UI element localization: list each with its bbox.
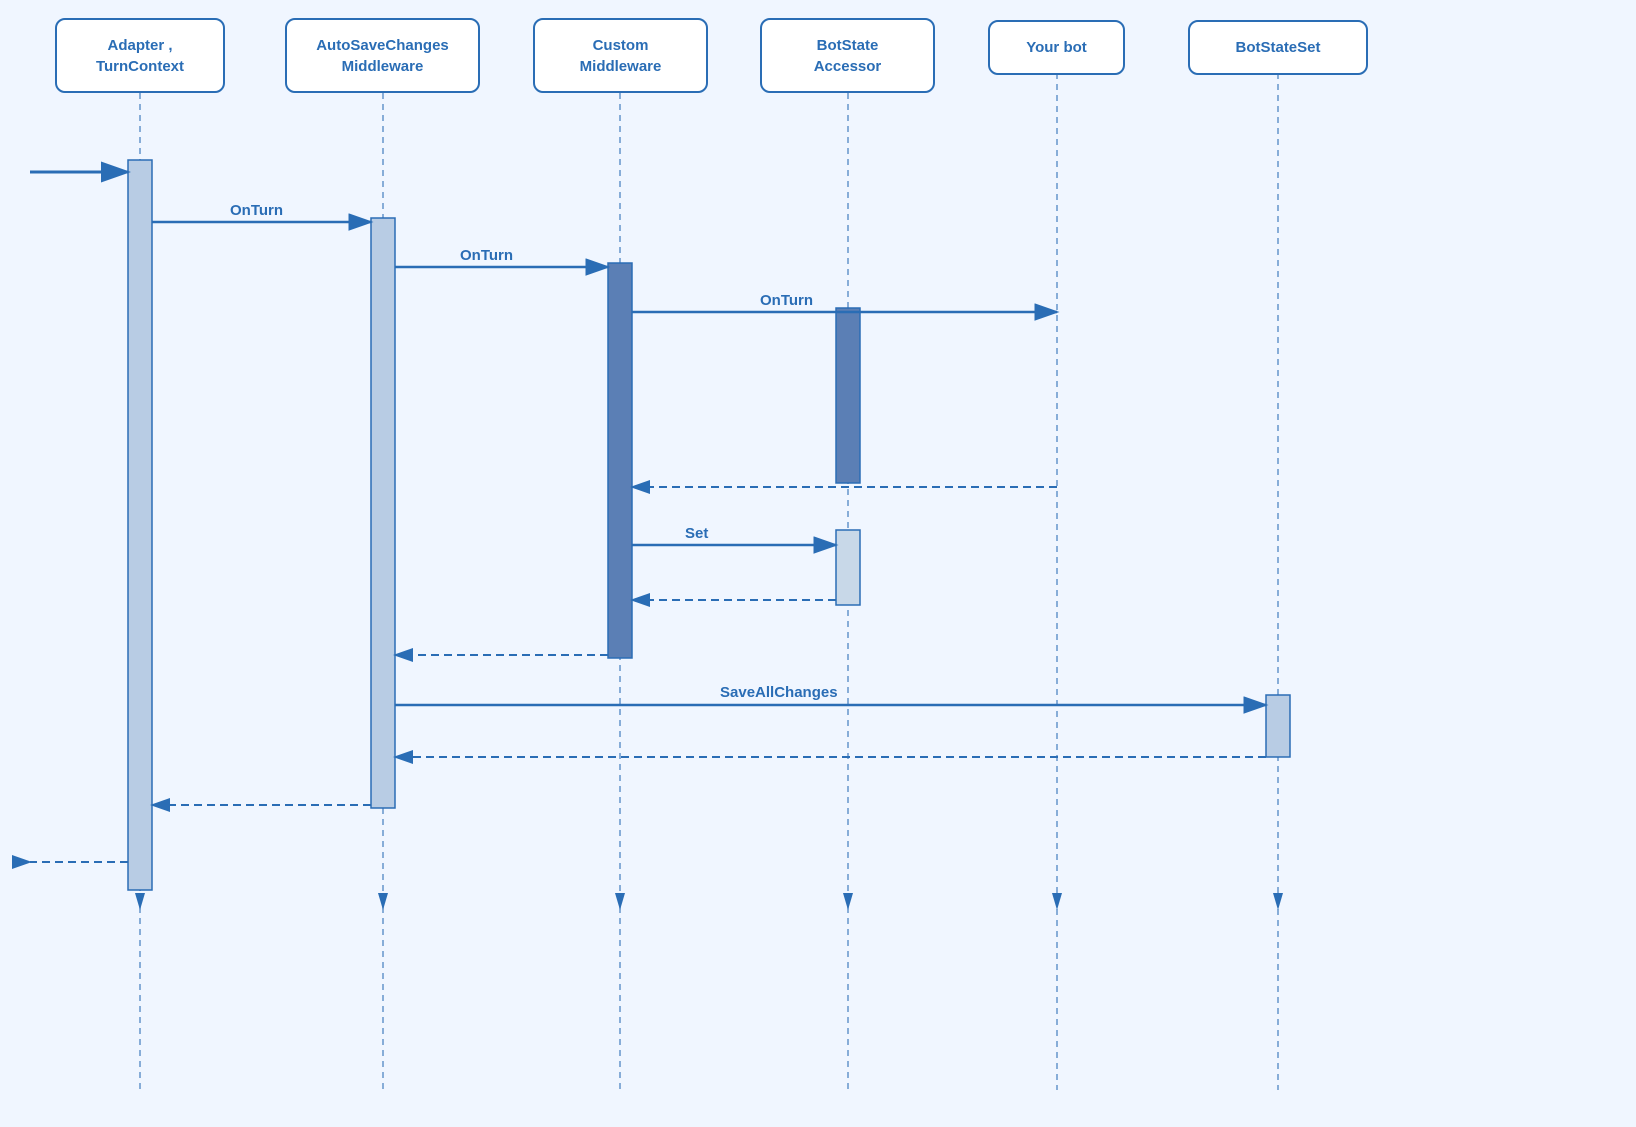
actor-botstateset: BotStateSet [1188, 20, 1368, 75]
actor-custom: CustomMiddleware [533, 18, 708, 93]
svg-text:OnTurn: OnTurn [230, 202, 283, 219]
actor-yourbot: Your bot [988, 20, 1125, 75]
svg-text:OnTurn: OnTurn [760, 292, 813, 309]
actor-autosave: AutoSaveChangesMiddleware [285, 18, 480, 93]
actor-adapter: Adapter ,TurnContext [55, 18, 225, 93]
svg-text:OnTurn: OnTurn [460, 247, 513, 264]
svg-text:SaveAllChanges: SaveAllChanges [720, 684, 838, 701]
svg-text:Set: Set [685, 525, 708, 542]
sequence-diagram: OnTurn OnTurn OnTurn Set SaveAllChanges [0, 0, 1636, 1127]
actor-botstate: BotStateAccessor [760, 18, 935, 93]
diagram-svg: OnTurn OnTurn OnTurn Set SaveAllChanges [0, 0, 1636, 1127]
